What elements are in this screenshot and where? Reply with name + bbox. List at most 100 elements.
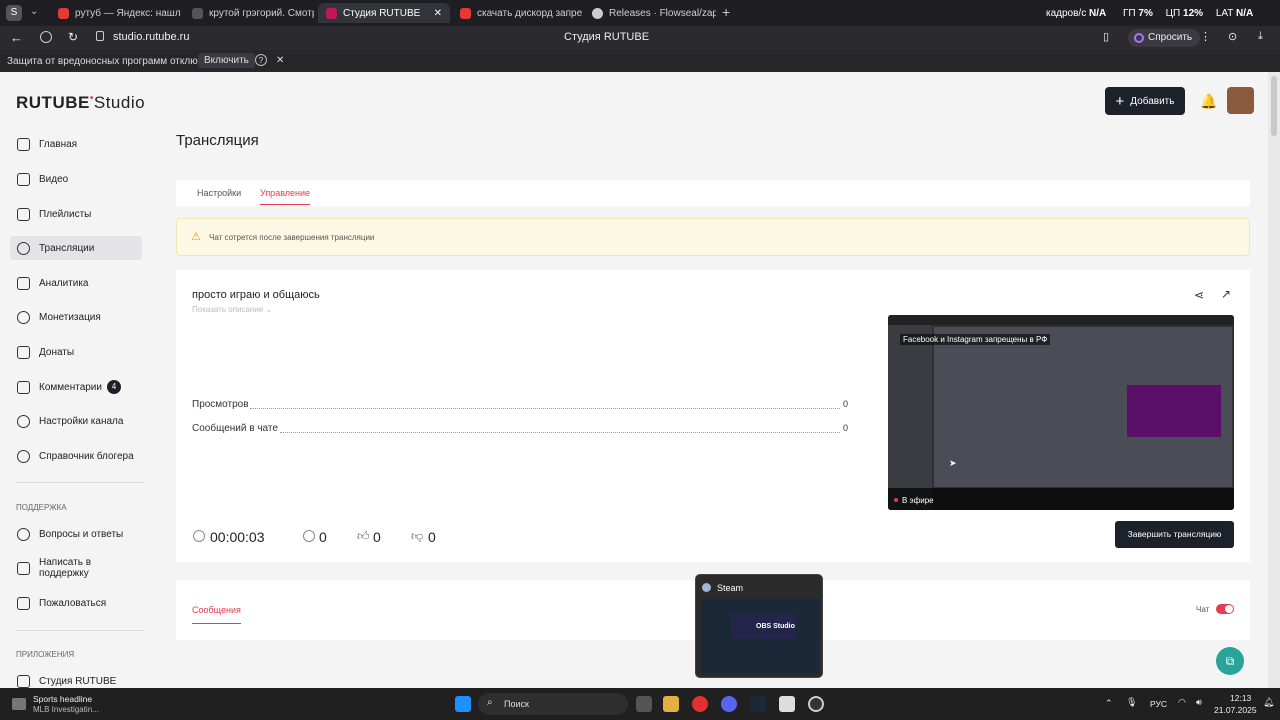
windows-start-icon[interactable] <box>455 696 471 712</box>
stream-timer: 00:00:03 <box>210 529 265 545</box>
microphone-icon[interactable]: 🎙︎ <box>1126 697 1137 708</box>
security-warning-text: Защита от вредоносных программ отключена <box>7 56 220 67</box>
yandex-services-icon[interactable] <box>40 31 52 43</box>
rutube-studio-logo[interactable]: RUTUBE•Studio <box>16 93 145 113</box>
ask-alice-button[interactable]: Спросить <box>1128 29 1201 47</box>
notepad-icon[interactable] <box>779 696 795 712</box>
download-icon[interactable]: ⤓ <box>1258 30 1263 43</box>
sidebar-item-label: Трансляции <box>39 242 95 254</box>
yandex-browser-icon[interactable] <box>692 696 708 712</box>
language-indicator[interactable]: РУС <box>1150 699 1167 709</box>
help-icon[interactable]: ? <box>255 54 267 66</box>
wifi-icon[interactable]: ◠ <box>1178 697 1186 708</box>
preview-caption: Facebook и Instagram запрещены в РФ <box>900 334 1051 345</box>
steam-icon[interactable] <box>750 696 766 712</box>
chevron-down-icon[interactable]: ⌄ <box>30 6 38 17</box>
news-subtitle[interactable]: MLB Investigatin... <box>33 705 99 714</box>
preview-inner-video <box>1127 385 1221 437</box>
sidebar-item-monetization[interactable]: Монетизация <box>10 305 142 329</box>
dislike-icon: 👎︎ <box>411 529 424 543</box>
volume-icon[interactable]: 🔊︎ <box>1196 697 1202 708</box>
more-icon[interactable]: ⋮ <box>1200 30 1211 43</box>
sidebar-item-broadcasts[interactable]: Трансляции <box>10 236 142 260</box>
sidebar-item-studio-app[interactable]: Студия RUTUBE <box>10 669 142 688</box>
sidebar-item-label: Видео <box>39 173 69 185</box>
chevron-up-icon[interactable]: ⌃ <box>1105 698 1113 709</box>
sidebar-item-analytics[interactable]: Аналитика <box>10 271 142 295</box>
enable-protection-button[interactable]: Включить <box>198 53 255 68</box>
tab-yandex[interactable]: рутуб — Яндекс: нашлось <box>50 3 180 23</box>
obs-icon[interactable] <box>808 696 824 712</box>
media-icon[interactable]: ⊙ <box>1228 30 1237 43</box>
news-title[interactable]: Sports headline <box>33 694 92 704</box>
new-tab-icon[interactable]: + <box>722 4 730 20</box>
external-link-icon[interactable]: ↗ <box>1221 287 1231 301</box>
sidebar-item-label: Вопросы и ответы <box>39 528 124 540</box>
gear-icon <box>17 414 30 428</box>
chat-toggle[interactable] <box>1216 604 1234 614</box>
comments-badge: 4 <box>106 380 121 394</box>
sidebar-item-report[interactable]: Пожаловаться <box>10 591 142 615</box>
support-chat-icon[interactable]: ⧉ <box>1216 647 1244 675</box>
share-icon[interactable]: ⋖ <box>1194 288 1204 302</box>
home-icon <box>17 137 30 151</box>
sidebar-item-write-support[interactable]: Написать в поддержку <box>10 556 142 580</box>
sidebar-item-channel-settings[interactable]: Настройки канала <box>10 409 142 433</box>
sidebar-item-comments[interactable]: Комментарии 4 <box>10 375 142 399</box>
dislikes-count: 0 <box>428 529 436 545</box>
lat-label: LAT <box>1215 8 1234 19</box>
bell-icon[interactable]: 🔔 <box>1200 93 1217 110</box>
show-description-link[interactable]: Показать описание ⌄ <box>192 305 272 314</box>
rutube-icon <box>192 7 203 19</box>
discord-icon[interactable] <box>721 696 737 712</box>
add-button[interactable]: + Добавить <box>1105 87 1185 115</box>
sidebar-item-playlists[interactable]: Плейлисты <box>10 202 142 226</box>
gpu-value: 7% <box>1138 8 1153 19</box>
sidebar-item-faq[interactable]: Вопросы и ответы <box>10 522 142 546</box>
scrollbar[interactable] <box>1268 72 1280 688</box>
back-icon[interactable]: ← <box>10 30 23 45</box>
end-stream-button[interactable]: Завершить трансляцию <box>1115 521 1234 548</box>
comments-icon <box>17 380 30 394</box>
logo-brand: RUTUBE <box>16 93 90 112</box>
sidebar-item-video[interactable]: Видео <box>10 167 142 191</box>
security-bar: Защита от вредоносных программ отключена… <box>0 50 1280 72</box>
sidebar-item-home[interactable]: Главная <box>10 132 142 156</box>
bookmark-icon[interactable]: ▯ <box>1103 30 1109 43</box>
tab-messages[interactable]: Сообщения <box>192 605 241 624</box>
close-icon[interactable]: ✕ <box>276 55 284 66</box>
sidebar-item-label: Пожаловаться <box>39 597 107 609</box>
task-view-icon[interactable] <box>636 696 652 712</box>
sidebar-item-donations[interactable]: Донаты <box>10 340 142 364</box>
reload-icon[interactable]: ↻ <box>68 30 78 44</box>
sidebar-item-label: Аналитика <box>39 277 89 289</box>
close-icon[interactable]: ✕ <box>434 8 442 19</box>
browser-menu-icon[interactable]: S <box>6 5 22 21</box>
url-field[interactable]: studio.rutube.ru <box>113 31 189 43</box>
tab-discord-search[interactable]: скачать дискорд запрет <box>452 3 582 23</box>
file-explorer-icon[interactable] <box>663 696 679 712</box>
stat-leader <box>250 408 840 409</box>
sidebar-item-label: Написать в поддержку <box>39 557 92 579</box>
cursor-icon: ➤ <box>949 458 957 468</box>
notification-icon[interactable]: 🔔︎ <box>1263 697 1274 708</box>
tab-management[interactable]: Управление <box>260 188 311 205</box>
sidebar-item-label: Донаты <box>39 346 75 358</box>
news-icon <box>12 698 26 710</box>
taskbar-search[interactable]: ⌕ Поиск <box>478 693 628 715</box>
live-label: В эфире <box>902 496 934 505</box>
analytics-icon <box>17 276 30 290</box>
stream-preview[interactable]: Facebook и Instagram запрещены в РФ В эф… <box>888 315 1234 510</box>
question-icon <box>17 527 30 541</box>
sidebar-item-blogger-guide[interactable]: Справочник блогера <box>10 444 142 468</box>
clock-date[interactable]: 21.07.2025 <box>1214 705 1257 715</box>
steam-taskbar-preview[interactable]: Steam OBS Studio <box>695 574 823 678</box>
tab-github[interactable]: Releases · Flowseal/zapret <box>584 3 716 23</box>
chat-toggle-label: Чат <box>1196 605 1210 614</box>
clock-time[interactable]: 12:13 <box>1230 693 1251 703</box>
warning-icon: ⚠ <box>191 231 201 243</box>
avatar[interactable] <box>1227 87 1254 114</box>
tab-rutube-studio[interactable]: Студия RUTUBE ✕ <box>318 3 450 23</box>
tab-rutube-video[interactable]: крутой грэгорий. Смотре <box>184 3 314 23</box>
tab-settings[interactable]: Настройки <box>197 188 241 198</box>
